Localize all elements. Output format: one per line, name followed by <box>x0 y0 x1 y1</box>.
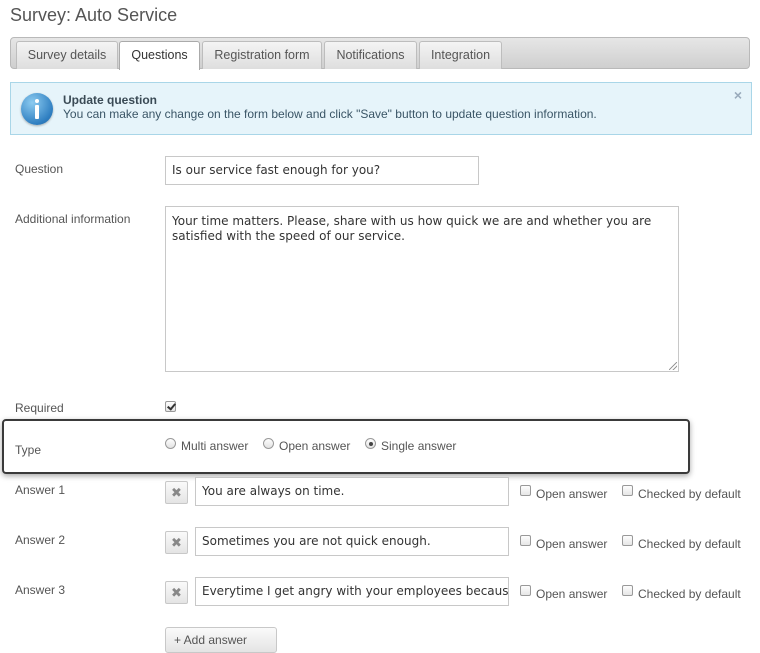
delete-answer-2-button[interactable]: ✖ <box>165 531 188 554</box>
answer-3-input[interactable]: Everytime I get angry with your employee… <box>195 577 509 606</box>
tab-integration[interactable]: Integration <box>419 41 502 69</box>
answer-1-label: Answer 1 <box>15 483 66 497</box>
required-checkbox[interactable] <box>165 401 176 412</box>
alert-title: Update question <box>63 93 158 107</box>
question-label: Question <box>15 162 64 176</box>
answer-3-label: Answer 3 <box>15 583 66 597</box>
type-open-answer-label[interactable]: Open answer <box>279 439 350 453</box>
type-open-answer-radio[interactable] <box>263 438 274 449</box>
question-input[interactable]: Is our service fast enough for you? <box>165 156 479 185</box>
answer-2-open-label[interactable]: Open answer <box>536 537 607 551</box>
additional-info-label: Additional information <box>15 212 131 226</box>
answer-3-default-label[interactable]: Checked by default <box>638 587 741 601</box>
info-icon <box>21 93 53 125</box>
answer-3-open-label[interactable]: Open answer <box>536 587 607 601</box>
tab-notifications[interactable]: Notifications <box>324 41 417 69</box>
tab-registration-form[interactable]: Registration form <box>202 41 322 69</box>
answer-1-input[interactable]: You are always on time. <box>195 477 509 506</box>
tab-bar: Survey details Questions Registration fo… <box>10 37 750 70</box>
type-single-answer-radio[interactable] <box>365 438 376 449</box>
type-single-answer-label[interactable]: Single answer <box>381 439 456 453</box>
close-icon[interactable]: × <box>734 87 742 103</box>
alert-message: You can make any change on the form belo… <box>63 107 597 121</box>
type-multi-answer-radio[interactable] <box>165 438 176 449</box>
answer-1-default-label[interactable]: Checked by default <box>638 487 741 501</box>
answer-3-open-checkbox[interactable] <box>520 585 531 596</box>
answer-2-label: Answer 2 <box>15 533 66 547</box>
page-title: Survey: Auto Service <box>10 5 178 25</box>
type-multi-answer-label[interactable]: Multi answer <box>181 439 248 453</box>
additional-info-textarea[interactable]: Your time matters. Please, share with us… <box>165 206 679 372</box>
answer-2-input[interactable]: Sometimes you are not quick enough. <box>195 527 509 556</box>
tab-survey-details[interactable]: Survey details <box>16 41 118 69</box>
info-alert: Update question You can make any change … <box>10 82 752 135</box>
answer-2-default-checkbox[interactable] <box>622 535 633 546</box>
answer-1-open-label[interactable]: Open answer <box>536 487 607 501</box>
delete-answer-3-button[interactable]: ✖ <box>165 581 188 604</box>
answer-1-default-checkbox[interactable] <box>622 485 633 496</box>
answer-3-default-checkbox[interactable] <box>622 585 633 596</box>
tab-questions[interactable]: Questions <box>119 41 200 70</box>
required-label: Required <box>15 401 64 415</box>
answer-1-open-checkbox[interactable] <box>520 485 531 496</box>
answer-2-open-checkbox[interactable] <box>520 535 531 546</box>
resize-grip-icon[interactable] <box>669 362 677 370</box>
answer-2-default-label[interactable]: Checked by default <box>638 537 741 551</box>
type-label: Type <box>15 443 42 457</box>
additional-info-text: Your time matters. Please, share with us… <box>172 214 652 243</box>
delete-answer-1-button[interactable]: ✖ <box>165 481 188 504</box>
add-answer-button[interactable]: + Add answer <box>165 627 277 653</box>
